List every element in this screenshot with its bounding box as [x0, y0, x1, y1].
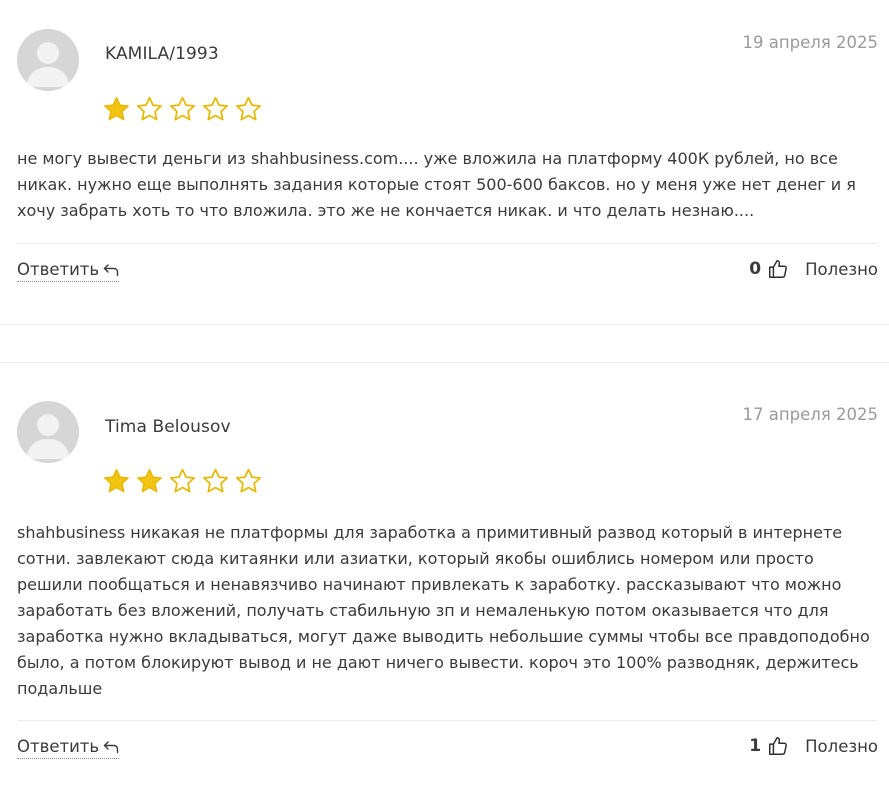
star-empty-icon	[137, 96, 162, 121]
section-separator	[0, 362, 889, 363]
review-author: Tima Belousov	[105, 417, 231, 437]
helpful-count: 1	[749, 736, 762, 756]
reply-arrow-icon	[103, 740, 119, 753]
section-separator	[0, 324, 889, 325]
star-empty-icon	[203, 468, 228, 493]
reply-arrow-icon	[103, 263, 119, 276]
helpful-control: 0 Полезно	[749, 258, 878, 280]
star-filled-icon	[137, 468, 162, 493]
rating-stars	[102, 95, 263, 124]
thumbs-up-icon[interactable]	[767, 258, 789, 280]
reply-button[interactable]: Ответить	[17, 260, 120, 282]
star-filled-icon	[104, 468, 129, 493]
review-author: KAMILA/1993	[105, 44, 219, 64]
star-empty-icon	[203, 96, 228, 121]
star-empty-icon	[236, 96, 261, 121]
star-empty-icon	[236, 468, 261, 493]
reply-button[interactable]: Ответить	[17, 737, 120, 759]
reply-label: Ответить	[17, 737, 100, 756]
divider	[17, 720, 877, 721]
avatar	[17, 29, 79, 91]
helpful-count: 0	[749, 259, 762, 279]
helpful-label[interactable]: Полезно	[805, 260, 878, 279]
helpful-label[interactable]: Полезно	[805, 737, 878, 756]
user-avatar-icon	[17, 401, 79, 463]
avatar	[17, 401, 79, 463]
review-date: 19 апреля 2025	[742, 33, 878, 52]
user-avatar-icon	[17, 29, 79, 91]
star-filled-icon	[104, 96, 129, 121]
review-text: не могу вывести деньги из shahbusiness.c…	[17, 149, 856, 220]
review-date: 17 апреля 2025	[742, 405, 878, 424]
thumbs-up-icon[interactable]	[767, 735, 789, 757]
rating-stars	[102, 467, 263, 496]
helpful-control: 1 Полезно	[749, 735, 878, 757]
star-empty-icon	[170, 468, 195, 493]
divider	[17, 243, 877, 244]
review-text: shahbusiness никакая не платформы для за…	[17, 523, 870, 698]
reply-label: Ответить	[17, 260, 100, 279]
star-empty-icon	[170, 96, 195, 121]
